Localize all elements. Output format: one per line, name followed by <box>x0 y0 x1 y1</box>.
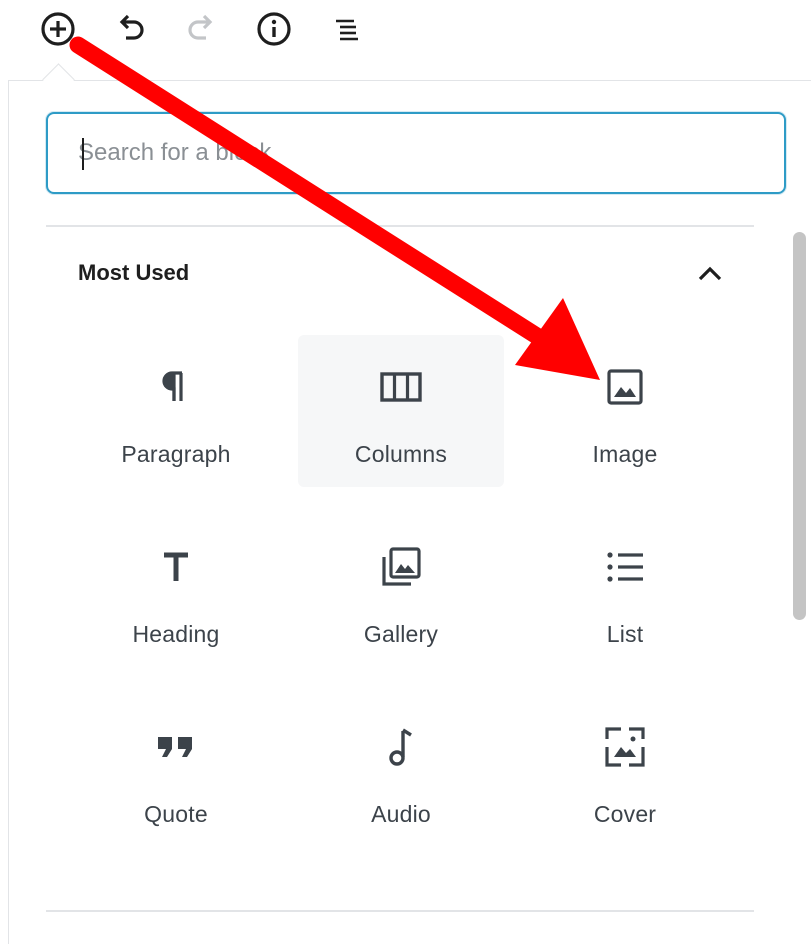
undo-icon <box>119 14 144 40</box>
block-image[interactable]: Image <box>522 335 728 487</box>
divider <box>46 910 754 912</box>
block-label: Cover <box>593 801 657 827</box>
undo-button[interactable] <box>107 6 153 52</box>
heading-icon <box>152 543 200 591</box>
scrollbar-thumb[interactable] <box>793 232 806 620</box>
block-columns[interactable]: Columns <box>298 335 504 487</box>
block-quote[interactable]: Quote <box>73 695 279 847</box>
audio-icon <box>377 723 425 771</box>
block-label: Columns <box>354 441 448 467</box>
block-heading[interactable]: Heading <box>73 515 279 667</box>
redo-icon <box>188 14 213 40</box>
add-circle-icon <box>41 12 75 46</box>
search-box <box>46 112 786 194</box>
divider <box>46 225 754 227</box>
block-audio[interactable]: Audio <box>298 695 504 847</box>
outline-button[interactable] <box>323 6 369 52</box>
block-label: Audio <box>371 801 431 827</box>
text-caret <box>82 138 84 170</box>
list-icon <box>601 543 649 591</box>
block-label: Gallery <box>363 621 439 647</box>
quote-icon <box>152 723 200 771</box>
block-cover[interactable]: Cover <box>522 695 728 847</box>
block-label: Quote <box>144 801 208 827</box>
editor-toolbar <box>0 0 811 80</box>
info-button[interactable] <box>251 6 297 52</box>
panel-top-border <box>8 80 811 81</box>
chevron-up-icon <box>698 266 722 281</box>
block-paragraph[interactable]: Paragraph <box>73 335 279 487</box>
search-input[interactable] <box>78 114 758 192</box>
block-label: Paragraph <box>121 441 231 467</box>
paragraph-icon <box>152 363 200 411</box>
outline-list-icon <box>336 19 358 41</box>
block-list[interactable]: List <box>522 515 728 667</box>
gallery-icon <box>377 543 425 591</box>
add-block-button[interactable] <box>35 6 81 52</box>
section-title[interactable]: Most Used <box>78 260 189 286</box>
block-label: List <box>606 621 644 647</box>
block-label: Heading <box>132 621 220 647</box>
block-gallery[interactable]: Gallery <box>298 515 504 667</box>
redo-button[interactable] <box>179 6 225 52</box>
info-icon <box>257 12 291 46</box>
section-collapse-toggle[interactable] <box>690 256 730 292</box>
block-label: Image <box>592 441 658 467</box>
cover-icon <box>601 723 649 771</box>
image-icon <box>601 363 649 411</box>
columns-icon <box>377 363 425 411</box>
